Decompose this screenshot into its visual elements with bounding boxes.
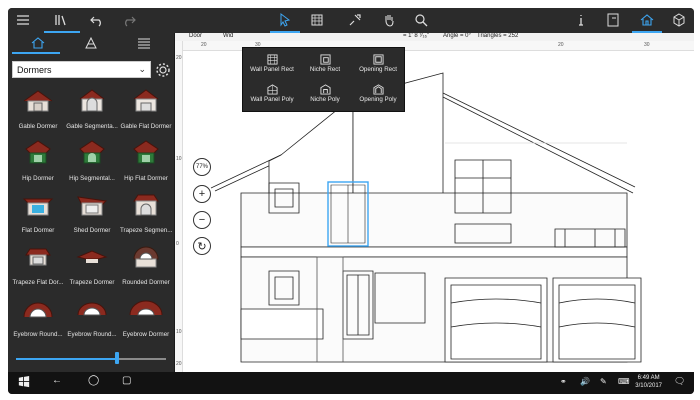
back-arrow-icon[interactable]: ←	[52, 375, 62, 386]
dormer-item[interactable]: Shed Dormer	[66, 189, 118, 239]
task-view-icon[interactable]: ▢	[122, 375, 131, 386]
windows-taskbar: ← ◯ ▢ ⚭ 🔊 ✎ ⌨ 6:49 AM 3/10/2017 🗨	[8, 372, 694, 394]
niche-rect-icon	[319, 54, 331, 65]
niche-poly-option[interactable]: Niche Poly	[298, 82, 352, 110]
panel-tabs	[8, 33, 175, 55]
wall-panel-rect-option[interactable]: Wall Panel Rect	[245, 52, 299, 80]
size-slider-thumb[interactable]	[114, 352, 119, 364]
panel-tab-indicator	[12, 52, 60, 54]
size-slider-fill	[16, 358, 117, 360]
top-toolbar	[8, 8, 694, 33]
info-icon[interactable]	[572, 12, 590, 28]
opening-rect-option[interactable]: Opening Rect	[351, 52, 405, 80]
search-icon[interactable]	[412, 12, 430, 28]
move-icon[interactable]	[346, 12, 364, 28]
dormer-item[interactable]: Hip Dormer	[12, 137, 64, 187]
niche-rect-option[interactable]: Niche Rect	[298, 52, 352, 80]
opening-type-popup: Wall Panel Rect Niche Rect Opening Rect …	[242, 47, 405, 112]
pointer-icon[interactable]	[276, 12, 294, 28]
dormer-item[interactable]: Flat Dormer	[12, 189, 64, 239]
dormer-item[interactable]: Eyebrow Round...	[66, 293, 118, 343]
dormer-item[interactable]: Hip Flat Dormer	[120, 137, 172, 187]
clock-time: 6:49 AM	[637, 375, 660, 381]
dormer-item[interactable]: Eyebrow Dormer	[120, 293, 172, 343]
clock-date: 3/10/2017	[635, 383, 662, 389]
book-icon[interactable]	[604, 12, 622, 28]
3d-cube-icon[interactable]	[670, 12, 688, 28]
keyboard-icon[interactable]: ⌨	[618, 377, 630, 386]
notification-icon[interactable]: 🗨	[674, 376, 685, 387]
zoom-in-button[interactable]: +	[193, 185, 211, 203]
wall-panel-poly-option[interactable]: Wall Panel Poly	[245, 82, 299, 110]
system-clock[interactable]: 6:49 AM 3/10/2017	[635, 374, 662, 390]
opening-poly-icon	[372, 84, 384, 95]
wall-panel-rect-icon	[266, 54, 278, 65]
dormer-item[interactable]: Trapeze Flat Dor...	[12, 241, 64, 291]
library-icon[interactable]	[52, 12, 70, 28]
opening-rect-icon	[372, 54, 384, 65]
wall-panel-icon[interactable]	[308, 12, 326, 28]
people-icon[interactable]: ⚭	[560, 377, 567, 386]
dormer-item[interactable]: Trapeze Segmen...	[120, 189, 172, 239]
dormer-item[interactable]: Gable Segmenta...	[66, 85, 118, 135]
chevron-down-icon: ⌄	[138, 64, 146, 74]
dormer-item[interactable]: Trapeze Dormer	[66, 241, 118, 291]
material-icon[interactable]	[83, 36, 99, 50]
home-icon[interactable]	[638, 12, 656, 28]
dormer-item[interactable]: Eyebrow Round...	[12, 293, 64, 343]
dormer-item[interactable]: Gable Flat Dormer	[120, 85, 172, 135]
cortana-icon[interactable]: ◯	[88, 375, 99, 386]
pen-icon[interactable]: ✎	[600, 377, 607, 386]
house-icon[interactable]	[30, 36, 46, 50]
undo-icon[interactable]	[88, 12, 106, 28]
windows-start-icon[interactable]	[18, 376, 30, 391]
dormer-item[interactable]: Hip Segmental...	[66, 137, 118, 187]
rotate-reset-icon[interactable]: ↻	[193, 237, 211, 255]
catalog-panel: Dormers ⌄ Gable Dormer Gable Segmenta...…	[8, 33, 175, 372]
opening-poly-option[interactable]: Opening Poly	[351, 82, 405, 110]
hand-icon[interactable]	[380, 12, 398, 28]
category-dropdown-value: Dormers	[17, 64, 52, 75]
dormer-item[interactable]: Gable Dormer	[12, 85, 64, 135]
gear-icon[interactable]	[155, 62, 171, 78]
category-dropdown[interactable]: Dormers ⌄	[12, 61, 151, 78]
volume-icon[interactable]: 🔊	[580, 377, 590, 386]
zoom-out-button[interactable]: −	[193, 211, 211, 229]
zoom-level-badge[interactable]: 77%	[193, 158, 211, 176]
wall-panel-poly-icon	[266, 84, 278, 95]
list-icon[interactable]	[136, 36, 152, 50]
hamburger-icon[interactable]	[14, 12, 32, 28]
app-window: Dormers ⌄ Gable Dormer Gable Segmenta...…	[8, 8, 694, 394]
niche-poly-icon	[319, 84, 331, 95]
dormer-item[interactable]: Rounded Dormer	[120, 241, 172, 291]
redo-icon[interactable]	[120, 12, 138, 28]
